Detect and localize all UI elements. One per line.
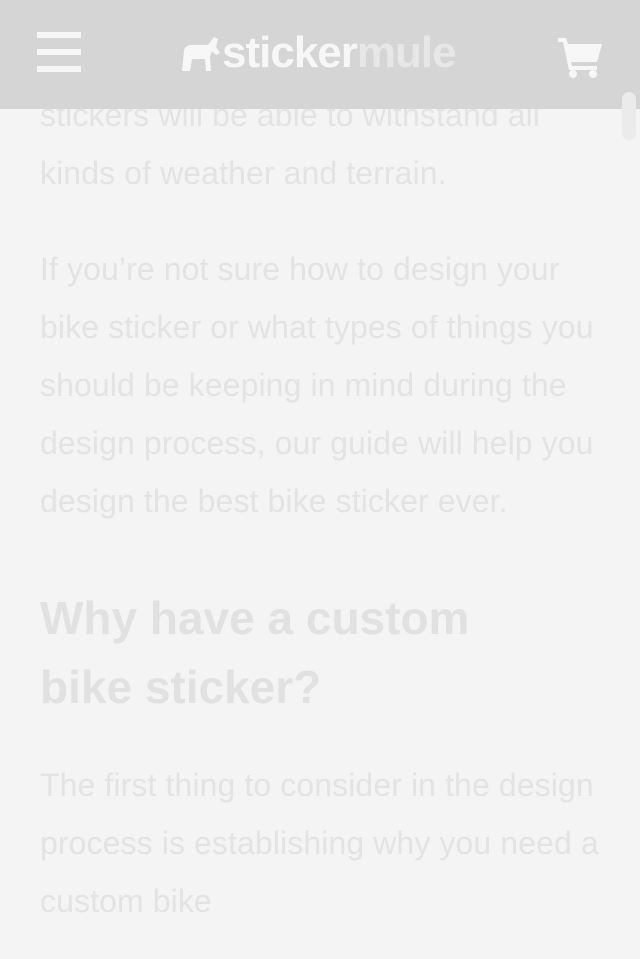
page: stickers will be able to withstand all k… xyxy=(0,0,640,959)
article-content: stickers will be able to withstand all k… xyxy=(40,86,600,930)
article-paragraph: The first thing to consider in the desig… xyxy=(40,767,599,919)
logo-text-mule: mule xyxy=(356,28,457,77)
top-navigation-bar: sticker mule xyxy=(0,0,640,109)
scrollbar-thumb[interactable] xyxy=(622,92,636,140)
logo-text-sticker: sticker xyxy=(222,28,358,77)
mule-logo-icon xyxy=(182,37,220,71)
article-paragraph: If you’re not sure how to design your bi… xyxy=(40,251,594,519)
stickermule-logo[interactable]: sticker mule xyxy=(178,28,457,78)
shopping-cart-icon[interactable] xyxy=(556,36,604,78)
section-heading: Why have a custom bike sticker? xyxy=(40,592,470,713)
hamburger-menu-icon[interactable] xyxy=(37,32,81,72)
